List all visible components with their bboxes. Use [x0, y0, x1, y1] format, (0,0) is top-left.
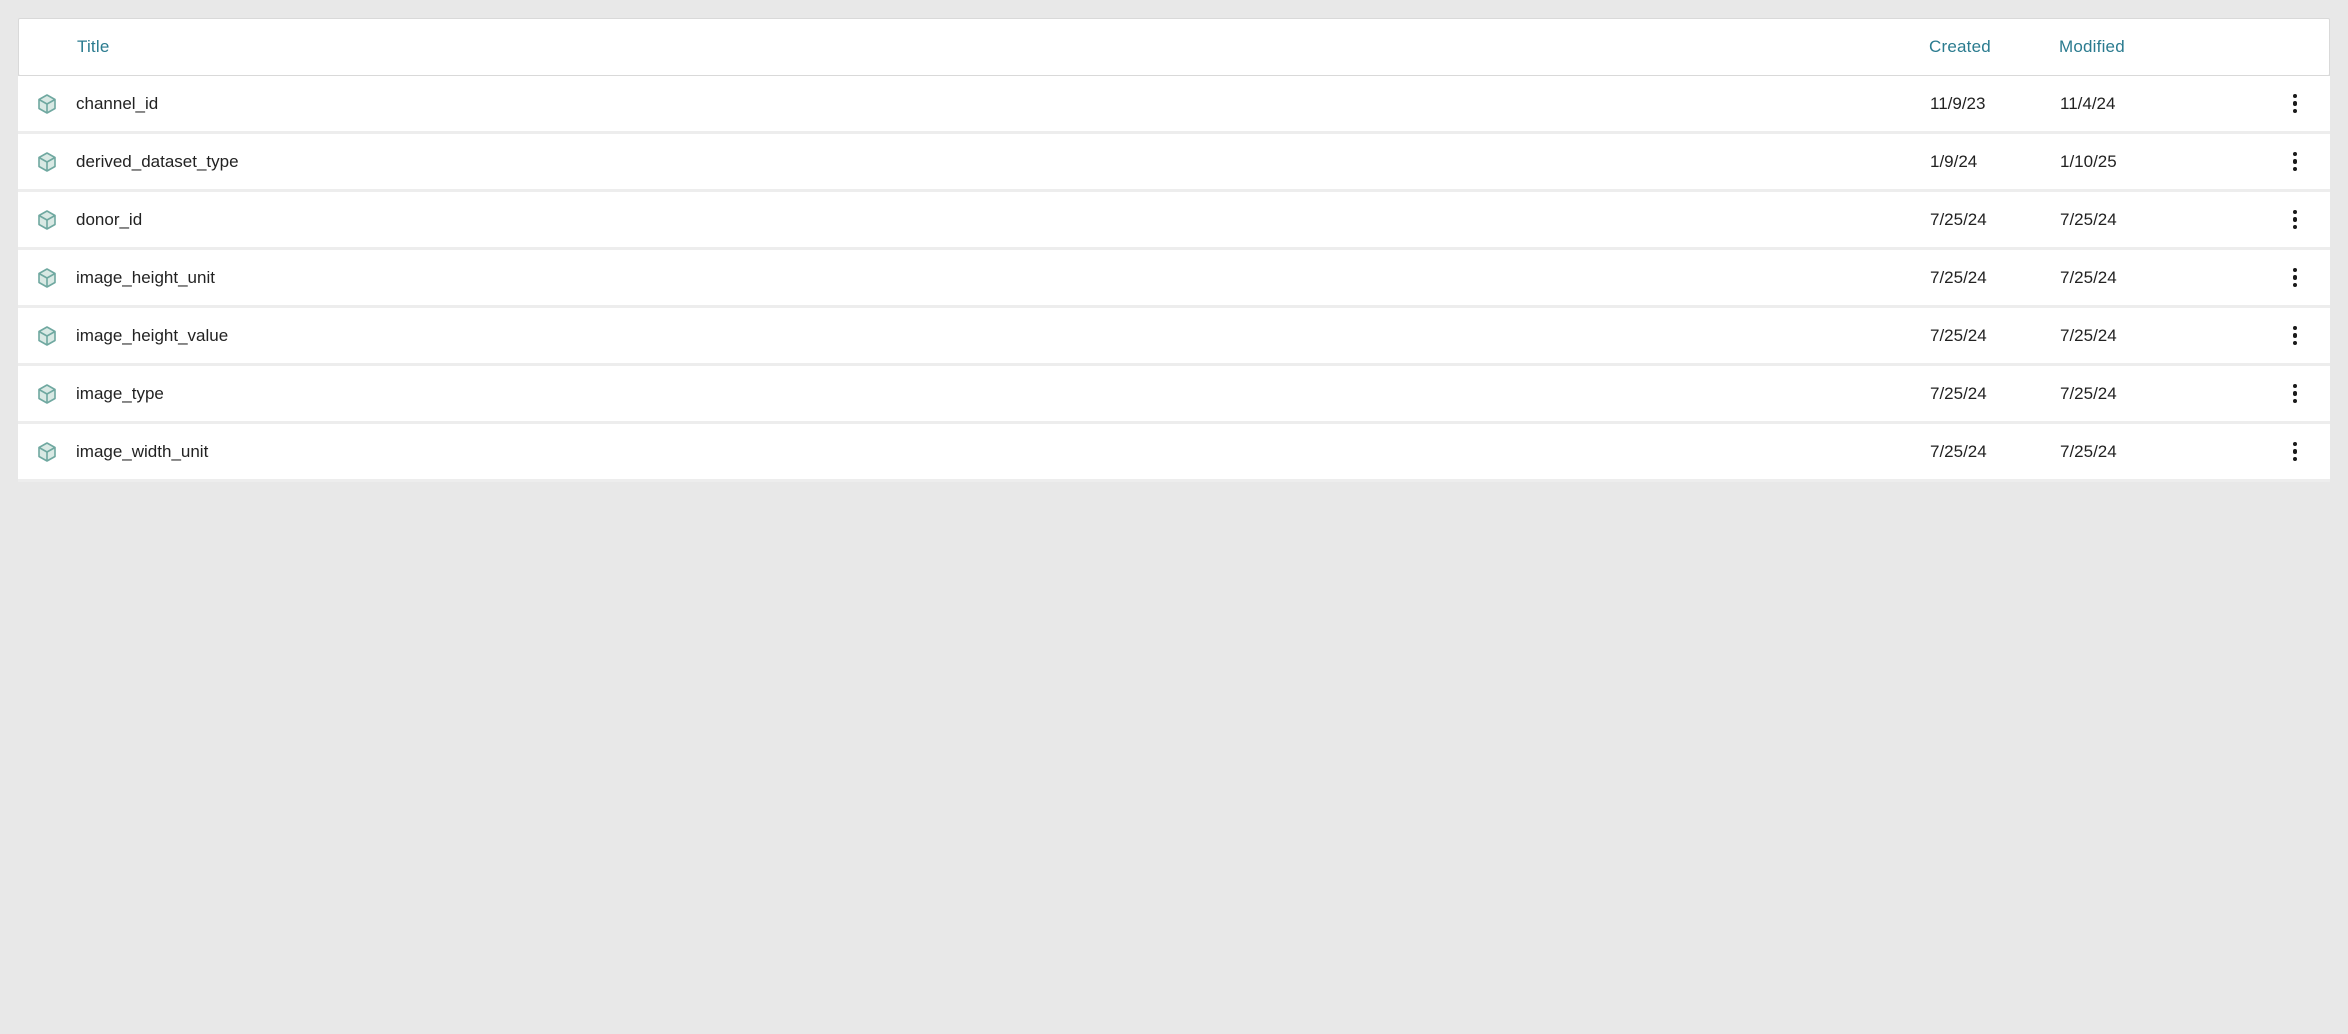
cube-icon	[35, 92, 59, 116]
table-row[interactable]: image_height_unit 7/25/24 7/25/24	[18, 250, 2330, 308]
kebab-icon	[2293, 399, 2298, 404]
column-header-title[interactable]: Title	[77, 37, 1929, 57]
row-actions-cell	[2260, 436, 2330, 468]
row-title: donor_id	[76, 210, 1930, 230]
row-actions-cell	[2260, 146, 2330, 178]
row-created: 7/25/24	[1930, 268, 2060, 288]
row-type-icon-cell	[18, 382, 76, 406]
column-header-created[interactable]: Created	[1929, 37, 2059, 57]
kebab-icon	[2293, 457, 2298, 462]
kebab-icon	[2293, 159, 2298, 164]
row-actions-cell	[2260, 320, 2330, 352]
table-row[interactable]: channel_id 11/9/23 11/4/24	[18, 76, 2330, 134]
row-actions-menu-button[interactable]	[2283, 436, 2308, 468]
row-type-icon-cell	[18, 440, 76, 464]
cube-icon	[35, 208, 59, 232]
column-header-modified[interactable]: Modified	[2059, 37, 2259, 57]
row-type-icon-cell	[18, 266, 76, 290]
table-row[interactable]: donor_id 7/25/24 7/25/24	[18, 192, 2330, 250]
kebab-icon	[2293, 449, 2298, 454]
table-header-row: Title Created Modified	[18, 18, 2330, 76]
kebab-icon	[2293, 210, 2298, 215]
cube-icon	[35, 266, 59, 290]
kebab-icon	[2293, 341, 2298, 346]
row-actions-cell	[2260, 204, 2330, 236]
row-title: image_type	[76, 384, 1930, 404]
row-actions-cell	[2260, 262, 2330, 294]
table-row[interactable]: image_height_value 7/25/24 7/25/24	[18, 308, 2330, 366]
row-actions-menu-button[interactable]	[2283, 204, 2308, 236]
cube-icon	[35, 440, 59, 464]
kebab-icon	[2293, 217, 2298, 222]
row-type-icon-cell	[18, 324, 76, 348]
row-actions-menu-button[interactable]	[2283, 320, 2308, 352]
kebab-icon	[2293, 283, 2298, 288]
row-title: image_height_value	[76, 326, 1930, 346]
row-type-icon-cell	[18, 150, 76, 174]
kebab-icon	[2293, 268, 2298, 273]
kebab-icon	[2293, 326, 2298, 331]
kebab-icon	[2293, 94, 2298, 99]
row-type-icon-cell	[18, 92, 76, 116]
kebab-icon	[2293, 152, 2298, 157]
row-title: image_width_unit	[76, 442, 1930, 462]
row-modified: 7/25/24	[2060, 384, 2260, 404]
cube-icon	[35, 324, 59, 348]
row-actions-menu-button[interactable]	[2283, 378, 2308, 410]
row-actions-menu-button[interactable]	[2283, 88, 2308, 120]
kebab-icon	[2293, 167, 2298, 172]
cube-icon	[35, 150, 59, 174]
row-modified: 7/25/24	[2060, 442, 2260, 462]
row-modified: 1/10/25	[2060, 152, 2260, 172]
row-created: 7/25/24	[1930, 384, 2060, 404]
table-row[interactable]: image_type 7/25/24 7/25/24	[18, 366, 2330, 424]
row-created: 7/25/24	[1930, 210, 2060, 230]
row-created: 7/25/24	[1930, 442, 2060, 462]
page-wrap: Title Created Modified channel_id 11/9/2…	[0, 0, 2348, 500]
row-created: 7/25/24	[1930, 326, 2060, 346]
kebab-icon	[2293, 275, 2298, 280]
row-actions-menu-button[interactable]	[2283, 146, 2308, 178]
kebab-icon	[2293, 109, 2298, 114]
table-row[interactable]: image_width_unit 7/25/24 7/25/24	[18, 424, 2330, 482]
cube-icon	[35, 382, 59, 406]
kebab-icon	[2293, 225, 2298, 230]
kebab-icon	[2293, 333, 2298, 338]
row-title: derived_dataset_type	[76, 152, 1930, 172]
table-body: channel_id 11/9/23 11/4/24 derived_datas…	[18, 76, 2330, 482]
row-actions-cell	[2260, 378, 2330, 410]
row-type-icon-cell	[18, 208, 76, 232]
row-title: channel_id	[76, 94, 1930, 114]
row-actions-menu-button[interactable]	[2283, 262, 2308, 294]
row-modified: 7/25/24	[2060, 326, 2260, 346]
row-modified: 7/25/24	[2060, 268, 2260, 288]
row-actions-cell	[2260, 88, 2330, 120]
kebab-icon	[2293, 391, 2298, 396]
row-title: image_height_unit	[76, 268, 1930, 288]
row-created: 1/9/24	[1930, 152, 2060, 172]
kebab-icon	[2293, 442, 2298, 447]
table-row[interactable]: derived_dataset_type 1/9/24 1/10/25	[18, 134, 2330, 192]
kebab-icon	[2293, 384, 2298, 389]
row-modified: 11/4/24	[2060, 94, 2260, 114]
kebab-icon	[2293, 101, 2298, 106]
row-created: 11/9/23	[1930, 94, 2060, 114]
row-modified: 7/25/24	[2060, 210, 2260, 230]
